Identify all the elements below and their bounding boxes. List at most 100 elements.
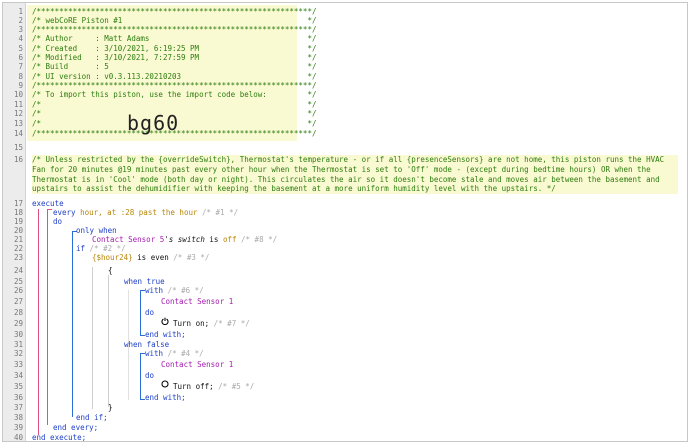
import-code[interactable]: bg60 xyxy=(127,111,179,135)
line-number: 21 xyxy=(13,235,23,244)
if-keyword[interactable]: if xyxy=(76,244,85,253)
do-keyword-2[interactable]: do xyxy=(145,308,154,317)
statement-id-3: /* #3 */ xyxy=(173,253,210,262)
statement-id-8: /* #8 */ xyxy=(241,235,278,244)
turn-on-command[interactable]: Turn on; xyxy=(173,319,209,328)
line-number: 26 xyxy=(13,286,23,295)
line-number: 4 xyxy=(18,34,23,43)
line-number: 25 xyxy=(13,277,23,286)
do-keyword-3[interactable]: do xyxy=(145,371,154,380)
is-even-text: is even xyxy=(137,253,169,262)
line-number: 16 xyxy=(13,155,23,164)
line-number: 35 xyxy=(13,382,23,391)
end-with-keyword[interactable]: end with; xyxy=(145,330,186,339)
do-keyword[interactable]: do xyxy=(53,217,62,226)
statement-id-6: /* #6 */ xyxy=(167,286,204,295)
device-contact-sensor-5[interactable]: Contact Sensor 5 xyxy=(92,235,164,244)
header-line-7: /* Build : 5 */ xyxy=(32,62,317,71)
line-number: 8 xyxy=(18,72,23,81)
description-comment: /* Unless restricted by the {overrideSwi… xyxy=(32,155,678,195)
line-number: 17 xyxy=(13,199,23,208)
code-line-22: if /* #2 */ xyxy=(76,244,126,253)
minute-value: :28 xyxy=(120,208,135,217)
code-line-35: Turn off; /* #5 */ xyxy=(173,382,254,391)
past-the-hour-text: past the hour xyxy=(138,208,198,217)
execute-keyword[interactable]: execute xyxy=(32,199,64,208)
power-on-icon xyxy=(161,317,169,325)
header-line-4: /* Author : Matt Adams */ xyxy=(32,34,317,43)
code-line-32: with /* #4 */ xyxy=(145,349,204,358)
code-line-21: Contact Sensor 5's switch is off /* #8 *… xyxy=(92,235,277,244)
device-contact-sensor-1[interactable]: Contact Sensor 1 xyxy=(161,297,233,306)
line-number: 12 xyxy=(13,109,23,118)
when-true-keyword[interactable]: when true xyxy=(124,277,165,286)
when-false-keyword[interactable]: when false xyxy=(124,340,169,349)
statement-id-1: /* #1 */ xyxy=(202,208,239,217)
variable-hour24[interactable]: {$hour24} xyxy=(92,253,133,262)
code-line-31: when false xyxy=(124,340,169,349)
statement-id-5: /* #5 */ xyxy=(218,382,255,391)
line-number: 9 xyxy=(18,81,23,90)
line-number: 14 xyxy=(13,129,23,138)
line-number: 7 xyxy=(18,62,23,71)
device-contact-sensor-1-b[interactable]: Contact Sensor 1 xyxy=(161,360,233,369)
line-number: 31 xyxy=(13,340,23,349)
line-number: 23 xyxy=(13,253,23,262)
end-execute-keyword[interactable]: end execute; xyxy=(32,433,86,441)
code-line-38: end if; xyxy=(76,413,108,422)
line-number: 20 xyxy=(13,226,23,235)
statement-id-2: /* #2 */ xyxy=(89,244,126,253)
header-line-10: /* To import this piston, use the import… xyxy=(32,90,317,99)
line-number: 40 xyxy=(13,433,23,442)
header-line-11: /* */ xyxy=(32,100,317,109)
value-off: off xyxy=(222,235,237,244)
header-line-9: /***************************************… xyxy=(32,81,317,90)
line-number: 22 xyxy=(13,244,23,253)
is-text: is xyxy=(209,235,219,244)
brace-close: } xyxy=(108,403,113,412)
line-number: 13 xyxy=(13,119,23,128)
code-line-23: {$hour24} is even /* #3 */ xyxy=(92,253,209,262)
code-line-24: { xyxy=(108,266,113,275)
statement-id-7: /* #7 */ xyxy=(213,319,250,328)
line-number: 39 xyxy=(13,423,23,432)
code-line-28: do xyxy=(145,308,154,317)
code-line-19: do xyxy=(53,217,62,226)
line-number: 1 xyxy=(18,7,23,16)
case-bar xyxy=(108,275,109,407)
brace-open: { xyxy=(108,266,113,275)
every-bar xyxy=(47,209,48,425)
line-number: 32 xyxy=(13,349,23,358)
code-line-17: execute xyxy=(32,199,64,208)
line-number: 36 xyxy=(13,393,23,402)
every-keyword[interactable]: every xyxy=(53,208,76,217)
line-number: 34 xyxy=(13,371,23,380)
end-with-keyword-2[interactable]: end with; xyxy=(145,393,186,402)
every-bar-top xyxy=(47,209,52,210)
with-true-bar xyxy=(140,290,141,335)
code-line-29: Turn on; /* #7 */ xyxy=(173,319,250,328)
only-when-keyword[interactable]: only when xyxy=(76,226,117,235)
code-line-37: } xyxy=(108,403,113,412)
code-editor: /***************************************… xyxy=(2,2,688,442)
code-line-26: with /* #6 */ xyxy=(145,286,204,295)
end-if-keyword[interactable]: end if; xyxy=(76,413,108,422)
line-number: 33 xyxy=(13,360,23,369)
line-number: 2 xyxy=(18,16,23,25)
code-line-36: end with; xyxy=(145,393,186,402)
code-line-39: end every; xyxy=(53,423,98,432)
end-every-keyword[interactable]: end every; xyxy=(53,423,98,432)
code-line-33: Contact Sensor 1 xyxy=(161,360,233,369)
with-keyword[interactable]: with xyxy=(145,286,163,295)
line-number: 3 xyxy=(18,25,23,34)
if-bar xyxy=(72,231,73,417)
header-line-1: /***************************************… xyxy=(32,7,317,16)
statement-id-4: /* #4 */ xyxy=(167,349,204,358)
line-number: 6 xyxy=(18,53,23,62)
with-keyword-2[interactable]: with xyxy=(145,349,163,358)
code-line-18: every hour, at :28 past the hour /* #1 *… xyxy=(53,208,238,217)
line-number: 15 xyxy=(13,143,23,152)
turn-off-command[interactable]: Turn off; xyxy=(173,382,214,391)
power-off-icon xyxy=(161,380,169,388)
code-line-34: do xyxy=(145,371,154,380)
